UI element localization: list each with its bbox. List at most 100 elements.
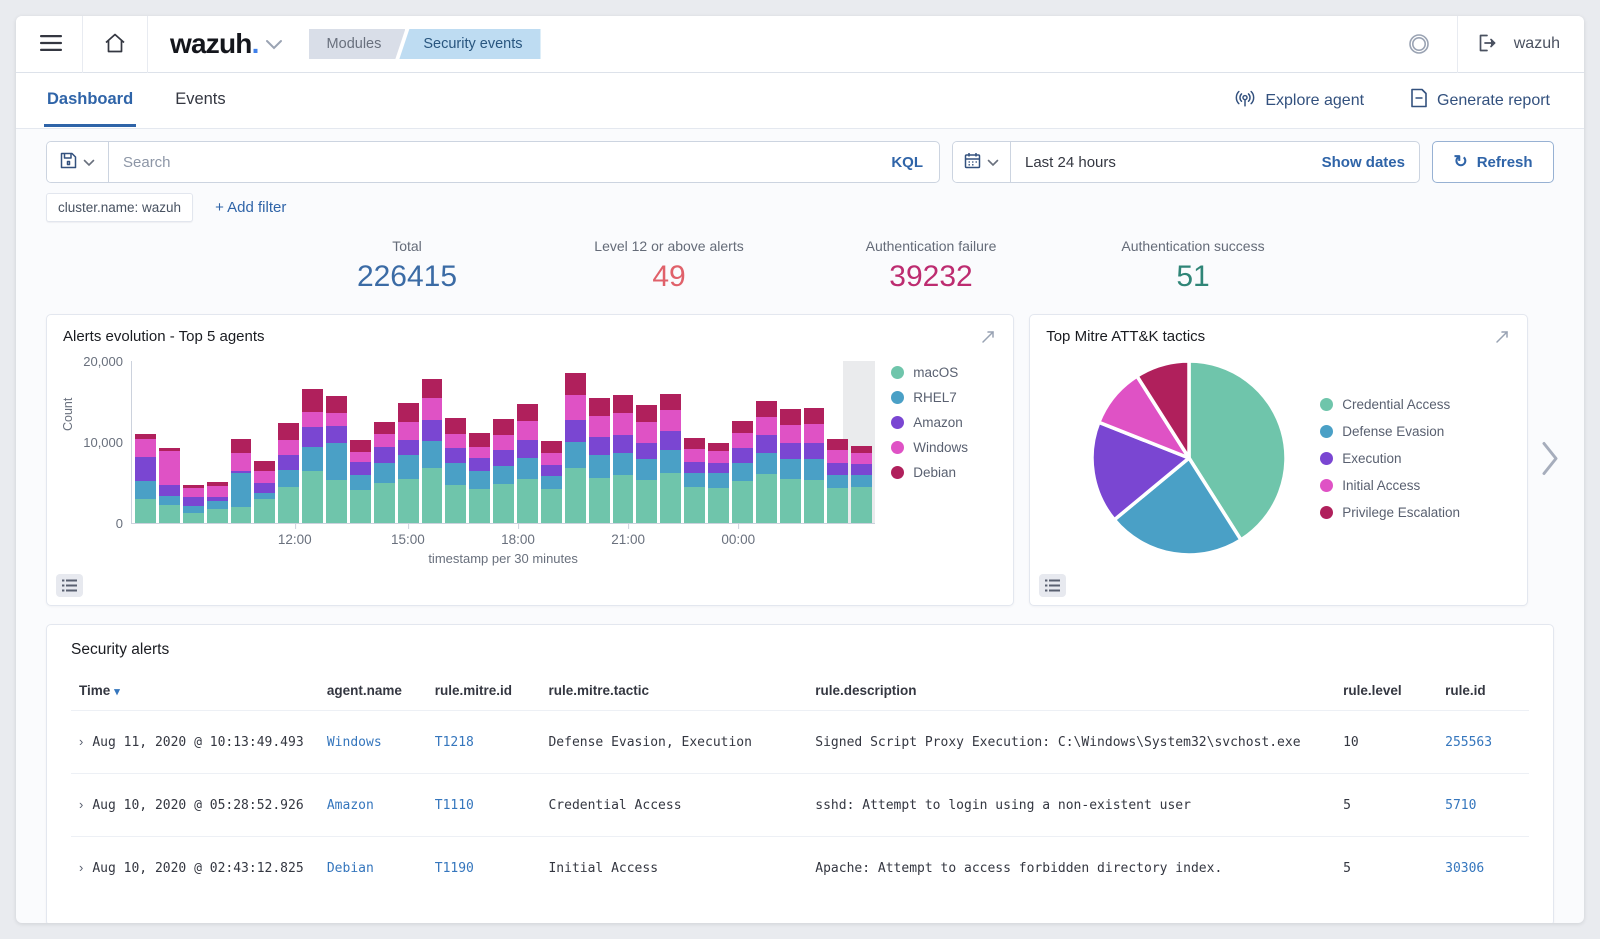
bar-7[interactable] [302, 389, 323, 523]
bar-segment-amazon [851, 464, 872, 475]
breadcrumb-security-events[interactable]: Security events [399, 29, 540, 59]
explore-agent-button[interactable]: Explore agent [1228, 88, 1370, 114]
id-link[interactable]: 255563 [1445, 735, 1492, 750]
legend-item[interactable]: Credential Access [1320, 397, 1482, 412]
mitre_id-link[interactable]: T1110 [435, 798, 474, 813]
legend-item[interactable]: macOS [891, 365, 997, 380]
bar-19[interactable] [589, 398, 610, 523]
bar-1[interactable] [159, 448, 180, 523]
expand-panel-icon[interactable] [1493, 328, 1511, 349]
id-link[interactable]: 5710 [1445, 798, 1476, 813]
bar-18[interactable] [565, 373, 586, 523]
bar-5[interactable] [254, 461, 275, 523]
legend-item[interactable]: Execution [1320, 451, 1482, 466]
agent-link[interactable]: Debian [327, 861, 374, 876]
bar-16[interactable] [517, 404, 538, 523]
wazuh-logo[interactable]: wazuh. [170, 28, 259, 60]
legend-item[interactable]: Defense Evasion [1320, 424, 1482, 439]
tab-dashboard[interactable]: Dashboard [44, 75, 136, 127]
saved-queries-button[interactable] [47, 142, 109, 182]
bar-segment-debian [827, 439, 848, 450]
kql-button[interactable]: KQL [875, 142, 939, 182]
bar-segment-windows [851, 453, 872, 464]
column-header-rule-description[interactable]: rule.description [807, 669, 1335, 711]
bar-24[interactable] [708, 443, 729, 523]
bar-segment-windows [636, 422, 657, 442]
bar-20[interactable] [613, 395, 634, 523]
bar-segment-rhel7 [135, 481, 156, 499]
search-input[interactable] [109, 142, 875, 182]
bar-22[interactable] [660, 394, 681, 523]
id-link[interactable]: 30306 [1445, 861, 1484, 876]
bar-segment-rhel7 [613, 453, 634, 475]
panel-data-table-button[interactable] [56, 574, 83, 597]
bar-21[interactable] [636, 405, 657, 523]
mitre_id-link[interactable]: T1218 [435, 735, 474, 750]
panel-data-table-button[interactable] [1039, 574, 1066, 597]
mitre_id-link[interactable]: T1190 [435, 861, 474, 876]
bar-segment-rhel7 [780, 459, 801, 479]
bar-12[interactable] [422, 379, 443, 523]
bar-23[interactable] [684, 438, 705, 523]
bar-6[interactable] [278, 423, 299, 523]
legend-item[interactable]: Initial Access [1320, 478, 1482, 493]
legend-item[interactable]: RHEL7 [891, 390, 997, 405]
agent-link[interactable]: Windows [327, 735, 382, 750]
bar-30[interactable] [851, 446, 872, 523]
chevron-down-icon[interactable] [265, 39, 283, 50]
bar-2[interactable] [183, 485, 204, 523]
bar-segment-debian [398, 403, 419, 422]
filter-pill[interactable]: cluster.name: wazuh [46, 193, 193, 222]
bar-13[interactable] [445, 418, 466, 523]
bar-9[interactable] [350, 440, 371, 523]
bar-10[interactable] [374, 422, 395, 523]
bar-segment-windows [350, 452, 371, 462]
bar-26[interactable] [756, 401, 777, 523]
breadcrumb-modules[interactable]: Modules [309, 29, 406, 59]
status-ring-icon[interactable] [1391, 32, 1447, 56]
bar-segment-rhel7 [756, 453, 777, 474]
tab-events[interactable]: Events [172, 75, 228, 127]
bar-segment-windows [183, 488, 204, 497]
column-header-time[interactable]: Time▾ [71, 669, 319, 711]
column-header-agent-name[interactable]: agent.name [319, 669, 427, 711]
bar-28[interactable] [804, 408, 825, 523]
home-button[interactable] [93, 26, 137, 63]
expand-panel-icon[interactable] [979, 328, 997, 349]
bar-segment-debian [684, 438, 705, 449]
bar-14[interactable] [469, 433, 490, 523]
column-header-rule-id[interactable]: rule.id [1437, 669, 1529, 711]
bar-29[interactable] [827, 439, 848, 523]
column-header-rule-mitre-tactic[interactable]: rule.mitre.tactic [540, 669, 807, 711]
legend-item[interactable]: Debian [891, 465, 997, 480]
legend-item[interactable]: Privilege Escalation [1320, 505, 1482, 520]
y-axis-ticks: 20,00010,0000 [79, 361, 131, 524]
bar-27[interactable] [780, 409, 801, 523]
refresh-button[interactable]: ↻ Refresh [1432, 141, 1554, 183]
legend-item[interactable]: Amazon [891, 415, 997, 430]
expand-row-icon[interactable]: › [79, 797, 83, 812]
bar-segment-rhel7 [278, 470, 299, 487]
add-filter-button[interactable]: + Add filter [209, 198, 292, 217]
show-dates-button[interactable]: Show dates [1322, 154, 1405, 171]
bar-17[interactable] [541, 441, 562, 523]
legend-item[interactable]: Windows [891, 440, 997, 455]
bar-11[interactable] [398, 403, 419, 523]
bar-8[interactable] [326, 396, 347, 523]
expand-row-icon[interactable]: › [79, 860, 83, 875]
bar-25[interactable] [732, 421, 753, 523]
expand-row-icon[interactable]: › [79, 734, 83, 749]
menu-button[interactable] [30, 29, 72, 60]
calendar-button[interactable] [953, 142, 1011, 182]
time-range-value[interactable]: Last 24 hours [1025, 154, 1116, 171]
bar-3[interactable] [207, 482, 228, 523]
generate-report-button[interactable]: Generate report [1404, 87, 1556, 114]
bar-4[interactable] [231, 439, 252, 523]
bar-15[interactable] [493, 419, 514, 523]
logout-button[interactable]: wazuh [1468, 28, 1570, 61]
next-panels-chevron[interactable] [1542, 442, 1558, 479]
agent-link[interactable]: Amazon [327, 798, 374, 813]
column-header-rule-level[interactable]: rule.level [1335, 669, 1437, 711]
column-header-rule-mitre-id[interactable]: rule.mitre.id [427, 669, 541, 711]
bar-0[interactable] [135, 434, 156, 523]
